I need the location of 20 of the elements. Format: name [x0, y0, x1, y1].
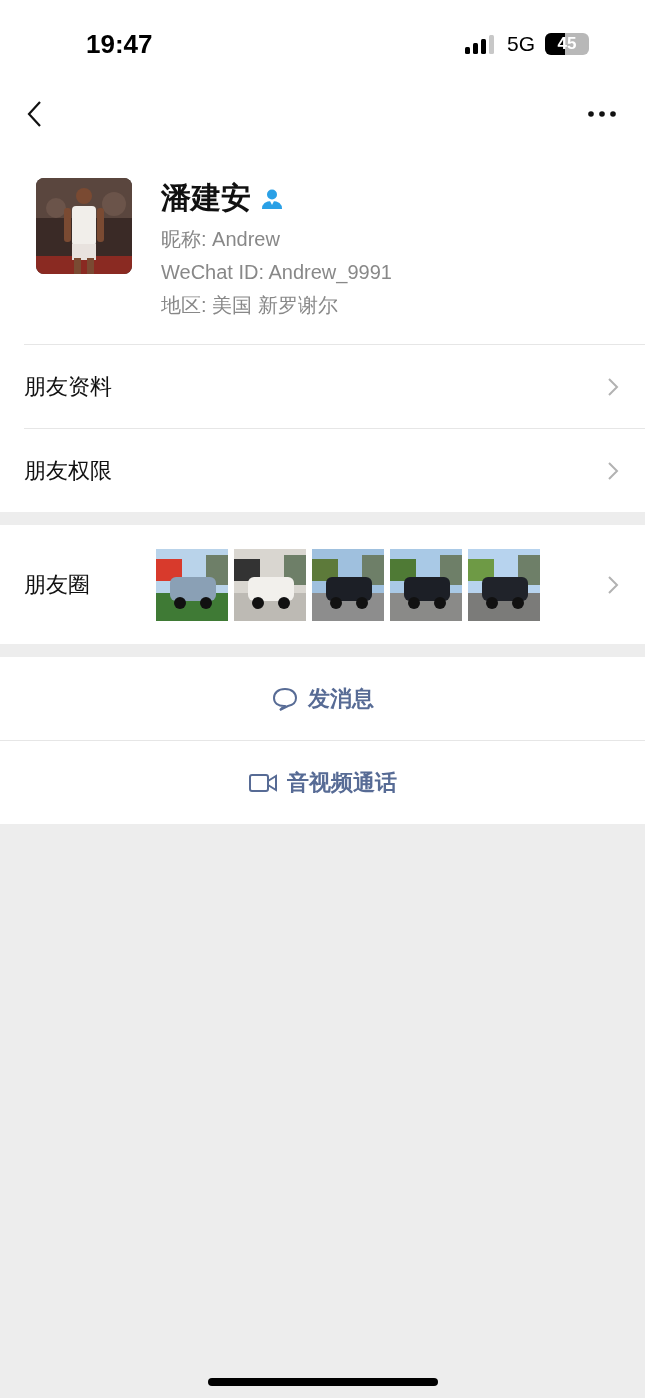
signal-icon: [465, 34, 497, 54]
chat-bubble-icon: [271, 686, 298, 711]
nickname-text: 昵称: Andrew: [161, 227, 281, 252]
region-text: 地区: 美国 新罗谢尔: [161, 293, 339, 318]
status-time: 19:47: [86, 28, 153, 60]
back-icon[interactable]: [26, 100, 42, 128]
moments-row[interactable]: 朋友圈: [0, 525, 645, 644]
more-icon[interactable]: [588, 111, 616, 117]
contact-name: 潘建安: [161, 180, 251, 216]
menu-item[interactable]: 朋友资料: [24, 344, 645, 428]
action-button[interactable]: 发消息: [0, 657, 645, 740]
chevron-icon: [607, 574, 619, 595]
network-label: 5G: [507, 32, 535, 56]
chevron-icon: [607, 376, 619, 397]
wechat-id-text: WeChat ID: Andrew_9991: [161, 260, 392, 286]
menu-item[interactable]: 朋友权限: [24, 428, 645, 512]
video-camera-icon: [248, 772, 277, 793]
chevron-icon: [607, 460, 619, 481]
person-icon: [261, 187, 283, 210]
action-button[interactable]: 音视频通话: [0, 740, 645, 824]
